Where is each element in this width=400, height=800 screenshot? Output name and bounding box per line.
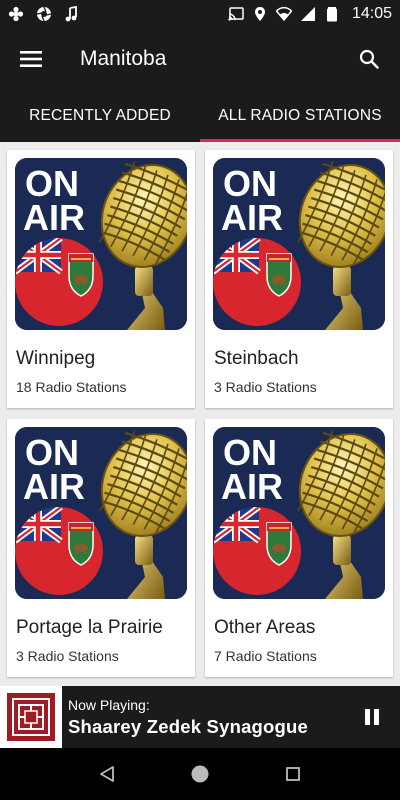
- station-count: 7 Radio Stations: [214, 648, 317, 664]
- svg-text:AIR: AIR: [221, 197, 283, 238]
- stations-grid: ON AIR Winnipeg 18 Radio Stations ON AIR…: [0, 142, 400, 686]
- on-air-microphone-image: ON AIR: [213, 427, 385, 599]
- cast-icon: [228, 7, 244, 21]
- music-note-icon: [65, 6, 77, 22]
- menu-button[interactable]: [0, 28, 62, 90]
- pause-button[interactable]: [344, 686, 400, 748]
- station-count: 3 Radio Stations: [16, 648, 119, 664]
- back-triangle-icon: [99, 766, 114, 782]
- location-icon: [254, 7, 265, 21]
- status-bar: 14:05: [0, 0, 400, 28]
- area-card-other-areas[interactable]: ON AIR Other Areas 7 Radio Stations: [205, 419, 393, 677]
- aperture-icon: [36, 6, 52, 22]
- pause-icon: [365, 709, 379, 725]
- now-playing-bar[interactable]: Now Playing: Shaarey Zedek Synagogue: [0, 686, 400, 748]
- area-card-steinbach[interactable]: ON AIR Steinbach 3 Radio Stations: [205, 150, 393, 408]
- home-button[interactable]: [180, 754, 220, 794]
- area-name: Steinbach: [214, 348, 299, 369]
- search-icon: [359, 49, 379, 69]
- on-air-microphone-image: ON AIR: [15, 427, 187, 599]
- now-playing-text: Now Playing: Shaarey Zedek Synagogue: [68, 697, 308, 738]
- area-name: Other Areas: [214, 617, 316, 638]
- system-navigation-bar: [0, 748, 400, 800]
- now-playing-title: Shaarey Zedek Synagogue: [68, 715, 309, 737]
- recents-square-icon: [286, 767, 301, 781]
- area-card-winnipeg[interactable]: ON AIR Winnipeg 18 Radio Stations: [7, 150, 195, 408]
- back-button[interactable]: [87, 754, 127, 794]
- tab-all-radio-stations[interactable]: ALL RADIO STATIONS: [200, 90, 400, 142]
- svg-text:AIR: AIR: [23, 197, 85, 238]
- recents-button[interactable]: [273, 754, 313, 794]
- station-count: 18 Radio Stations: [16, 379, 127, 395]
- page-title: Manitoba: [80, 47, 167, 70]
- area-card-portage-la-prairie[interactable]: ON AIR Portage la Prairie 3 Radio Statio…: [7, 419, 195, 677]
- hamburger-menu-icon: [20, 51, 42, 67]
- search-button[interactable]: [338, 28, 400, 90]
- status-time: 14:05: [351, 5, 392, 22]
- signal-icon: [300, 7, 315, 21]
- on-air-microphone-image: ON AIR: [213, 158, 385, 330]
- area-name: Winnipeg: [16, 348, 96, 369]
- wifi-icon: [275, 6, 292, 22]
- area-name: Portage la Prairie: [16, 617, 163, 638]
- tab-bar: RECENTLY ADDED ALL RADIO STATIONS: [0, 90, 400, 142]
- status-left-icons: [8, 6, 80, 22]
- status-right-icons: 14:05: [228, 5, 392, 23]
- tab-recently-added[interactable]: RECENTLY ADDED: [0, 90, 200, 142]
- home-circle-icon: [191, 765, 209, 783]
- on-air-microphone-image: ON AIR: [15, 158, 187, 330]
- synagogue-logo-icon: [7, 693, 55, 741]
- app-bar: Manitoba: [0, 28, 400, 90]
- now-playing-label: Now Playing:: [68, 696, 150, 713]
- svg-text:AIR: AIR: [23, 466, 85, 507]
- station-count: 3 Radio Stations: [214, 379, 317, 395]
- station-logo: [0, 686, 62, 748]
- svg-text:AIR: AIR: [221, 466, 283, 507]
- flower-icon: [8, 6, 24, 22]
- battery-icon: [326, 7, 337, 22]
